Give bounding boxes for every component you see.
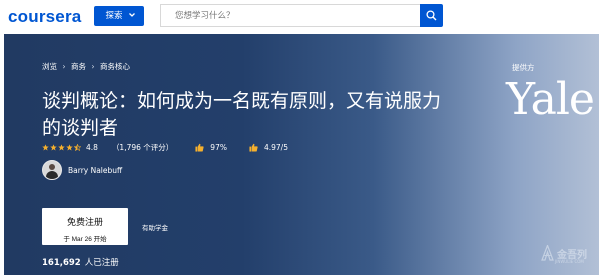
- enrolled-count: 161,692 人已注册: [42, 256, 119, 268]
- chevron-down-icon: [129, 13, 135, 17]
- watermark-logo-icon: [541, 245, 554, 261]
- watermark-subtext: JINWULIE COM: [555, 259, 584, 264]
- breadcrumb: 浏览 › 商务 › 商务核心: [42, 61, 130, 72]
- enrolled-number: 161,692: [42, 258, 81, 268]
- course-hero-banner: 浏览 › 商务 › 商务核心 谈判概论：如何成为一名既有原则，又有说服力的谈判者…: [4, 34, 599, 275]
- coursera-logo[interactable]: coursera: [8, 7, 81, 27]
- breadcrumb-separator: ›: [62, 62, 66, 71]
- star-icon: [66, 144, 73, 151]
- instructor-name[interactable]: Barry Nalebuff: [68, 166, 122, 175]
- provider-label: 提供方: [512, 63, 535, 72]
- search-button[interactable]: [420, 4, 443, 27]
- thumbs-up-icon: [195, 143, 204, 152]
- top-navigation-bar: coursera 探索: [0, 0, 604, 33]
- rating-value: 4.8: [86, 143, 98, 152]
- course-title: 谈判概论：如何成为一名既有原则，又有说服力的谈判者: [42, 90, 442, 139]
- explore-button[interactable]: 探索: [94, 6, 144, 26]
- explore-label: 探索: [105, 11, 123, 21]
- star-icon: [50, 144, 57, 151]
- thumbs-up-icon: [249, 143, 258, 152]
- star-icon: [58, 144, 65, 151]
- instructor[interactable]: Barry Nalebuff: [42, 160, 122, 180]
- breadcrumb-item-business[interactable]: 商务: [71, 61, 86, 72]
- enroll-button-label: 免费注册: [66, 216, 103, 227]
- financial-aid-link[interactable]: 有助学金: [142, 222, 168, 232]
- search-icon: [426, 10, 437, 21]
- enroll-button[interactable]: 免费注册 于 Mar 26 开始: [42, 208, 128, 245]
- avatar: [42, 160, 62, 180]
- satisfaction-percent: 97%: [210, 143, 227, 152]
- enrolled-suffix: 人已注册: [84, 258, 119, 268]
- star-half-icon: [74, 144, 81, 151]
- instructor-score: 4.97/5: [263, 143, 288, 152]
- search-input[interactable]: [160, 4, 420, 27]
- breadcrumb-separator: ›: [91, 62, 95, 71]
- star-icon: [42, 144, 49, 151]
- breadcrumb-item-business-essentials[interactable]: 商务核心: [100, 61, 130, 72]
- start-date: 于 Mar 26 开始: [63, 235, 107, 243]
- course-stats: 4.8 （1,796 个评分） 97% 4.97/5: [42, 142, 288, 153]
- rating-count: （1,796 个评分）: [111, 143, 174, 152]
- watermark: 金吾列 JINWULIE COM: [541, 245, 587, 264]
- star-rating: [42, 144, 81, 151]
- breadcrumb-item-browse[interactable]: 浏览: [42, 61, 57, 72]
- yale-logo[interactable]: Yale: [506, 74, 595, 125]
